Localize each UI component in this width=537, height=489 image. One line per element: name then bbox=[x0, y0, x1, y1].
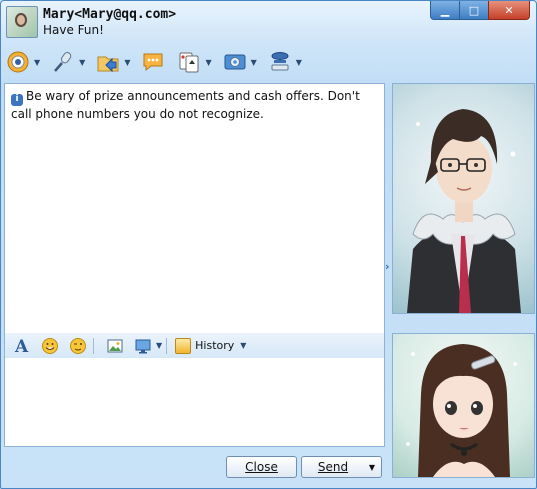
window-controls: ▁ □ ✕ bbox=[430, 1, 530, 20]
more-icon bbox=[267, 49, 293, 75]
chevron-down-icon[interactable]: ▼ bbox=[251, 58, 257, 67]
chevron-down-icon[interactable]: ▼ bbox=[240, 341, 246, 350]
chat-window: Mary<Mary@qq.com> Have Fun! ▁ □ ✕ ▼ ▼ ▼ bbox=[0, 0, 537, 489]
contact-show-image bbox=[392, 83, 535, 314]
video-call-tool[interactable]: ▼ bbox=[5, 49, 40, 75]
wink-emoticon-icon[interactable] bbox=[67, 336, 89, 356]
history-label: History bbox=[195, 339, 235, 352]
send-file-tool[interactable]: ▼ bbox=[95, 49, 130, 75]
send-button[interactable]: Send bbox=[301, 456, 365, 478]
toolbar-divider bbox=[93, 337, 94, 354]
my-show-image bbox=[392, 333, 535, 478]
collapse-arrow-icon[interactable]: › bbox=[385, 260, 390, 273]
chevron-down-icon[interactable]: ▼ bbox=[34, 58, 40, 67]
svg-text:A: A bbox=[14, 337, 29, 355]
message-input[interactable] bbox=[4, 358, 385, 447]
close-window-button[interactable]: ✕ bbox=[488, 1, 530, 20]
image-icon[interactable] bbox=[104, 336, 126, 356]
chevron-down-icon[interactable]: ▼ bbox=[296, 58, 302, 67]
close-button-label: Close bbox=[245, 460, 278, 474]
chevron-down-icon[interactable]: ▼ bbox=[156, 341, 162, 350]
apps-icon bbox=[222, 49, 248, 75]
sms-icon bbox=[140, 49, 166, 75]
send-file-icon bbox=[95, 49, 121, 75]
contact-avatar[interactable] bbox=[6, 6, 38, 38]
message-history-panel[interactable]: i Be wary of prize announcements and cash… bbox=[4, 83, 385, 334]
status-message: Have Fun! bbox=[43, 23, 104, 37]
chevron-down-icon[interactable]: ▼ bbox=[124, 58, 130, 67]
chevron-down-icon[interactable]: ▼ bbox=[205, 58, 211, 67]
sms-tool[interactable] bbox=[140, 49, 166, 75]
toolbar-divider bbox=[166, 337, 168, 354]
games-icon bbox=[176, 49, 202, 75]
games-tool[interactable]: ▼ bbox=[176, 49, 212, 75]
minimize-button[interactable]: ▁ bbox=[430, 1, 460, 20]
more-tool[interactable]: ▼ bbox=[267, 49, 302, 75]
security-notice: i Be wary of prize announcements and cash… bbox=[11, 88, 371, 123]
shield-info-icon: i bbox=[11, 93, 23, 106]
format-toolbar: A ▼ History ▼ bbox=[4, 333, 385, 359]
font-icon[interactable]: A bbox=[11, 336, 33, 356]
emoticon-icon[interactable] bbox=[39, 336, 61, 356]
contact-title: Mary<Mary@qq.com> bbox=[43, 7, 177, 22]
video-call-icon bbox=[5, 49, 31, 75]
close-button[interactable]: Close bbox=[226, 456, 297, 478]
security-notice-text: Be wary of prize announcements and cash … bbox=[11, 89, 360, 121]
chevron-down-icon[interactable]: ▼ bbox=[79, 58, 85, 67]
voice-call-icon bbox=[50, 49, 76, 75]
history-button[interactable]: History ▼ bbox=[175, 337, 246, 354]
screen-capture-icon[interactable] bbox=[132, 336, 154, 356]
send-button-label: Send bbox=[317, 460, 349, 474]
voice-call-tool[interactable]: ▼ bbox=[50, 49, 85, 75]
send-options-button[interactable]: ▼ bbox=[363, 456, 382, 478]
maximize-button[interactable]: □ bbox=[459, 1, 489, 20]
history-icon bbox=[175, 337, 192, 354]
apps-tool[interactable]: ▼ bbox=[222, 49, 257, 75]
main-toolbar: ▼ ▼ ▼ ▼ ▼ ▼ bbox=[5, 45, 312, 79]
